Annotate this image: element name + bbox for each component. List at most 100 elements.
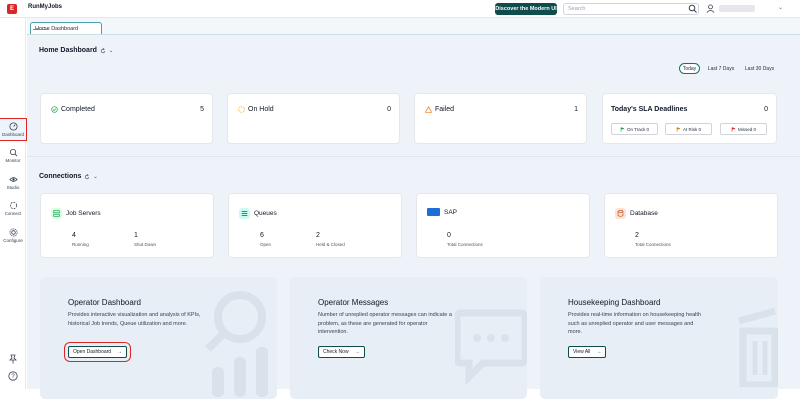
tab-underline [33,29,49,30]
magnifier-chart-illustration [205,291,268,397]
range-last-30-days[interactable]: Last 30 Days [741,63,778,74]
app-name: RunMyJobs [28,4,63,10]
promo-operator-messages: Operator Messages Number of unreplied op… [290,277,527,399]
arrow-right-icon: → [354,349,360,355]
metric-label: Total Connections [635,242,671,247]
status-text: Completed [61,106,95,113]
eye-icon [8,177,18,182]
connection-card-database[interactable]: Database 2 Total Connections [604,193,778,258]
connection-title: SAP [427,208,457,216]
app-logo[interactable]: E [7,4,17,14]
nav-item-monitor[interactable]: Monitor [0,148,26,163]
user-name-blurred[interactable] [719,5,755,12]
metric-label: Held & Closed [316,242,345,247]
page-title: Home Dashboard [39,47,97,54]
refresh-icon[interactable] [84,173,90,180]
nav-item-studio[interactable]: Studio [0,175,26,190]
metric-label: Total Connections [447,242,483,247]
nav-label: Monitor [5,158,21,163]
sla-on-track-button[interactable]: On Track 0 [611,123,658,135]
sla-deadlines-card: Today's SLA Deadlines 0 On Track 0 At Ri… [602,93,777,144]
connections-header: Connections ⌄ [39,173,98,180]
flag-icon [676,126,681,132]
metric-label: Running [72,242,89,247]
chat-bubble-illustration [455,309,527,386]
sla-label: Missed 0 [737,126,756,132]
connection-card-job-servers[interactable]: Job Servers 4 Running 1 Shut Down [40,193,214,258]
status-text: On Hold [248,106,274,113]
top-bar: E RunMyJobs Discover the Modern UI Searc… [0,0,800,18]
arrow-right-icon: → [117,349,123,355]
discover-modern-ui-button[interactable]: Discover the Modern UI [495,3,557,15]
chevron-down-icon[interactable]: ⌄ [778,4,783,11]
connection-title: Database [615,208,658,219]
status-card-on-hold[interactable]: On Hold 0 [227,93,400,144]
connection-name: Database [630,210,658,217]
flag-icon [620,126,625,132]
home-dashboard-header: Home Dashboard ⌄ [39,47,113,54]
svg-text:?: ? [11,374,15,380]
nav-label: Dashboard [1,132,24,137]
warning-icon [425,106,432,113]
help-icon[interactable]: ? [8,371,18,381]
pin-icon[interactable] [8,354,18,364]
left-navigation: Dashboard Monitor Studio Connect Configu… [0,18,27,389]
status-count: 1 [574,106,578,113]
promo-title: Operator Dashboard [68,298,141,307]
chevron-down-icon[interactable]: ⌄ [93,174,97,180]
sla-label: At Risk 0 [682,126,701,132]
status-count: 0 [387,106,391,113]
connection-title: Queues [239,208,277,219]
status-text: Failed [435,106,455,113]
hold-circle-icon [238,106,245,113]
connections-title: Connections [39,173,82,180]
user-icon[interactable] [706,4,715,13]
nav-item-dashboard[interactable]: Dashboard [0,118,27,141]
nav-item-configure[interactable]: Configure [0,228,26,243]
database-icon [615,208,626,219]
nav-label: Connect [4,211,22,216]
status-label: Failed [425,106,454,113]
check-now-button[interactable]: Check Now → [318,346,365,358]
connection-name: Job Servers [66,210,101,217]
open-dashboard-button[interactable]: Open Dashboard → [63,342,132,362]
tab-home-dashboard[interactable]: Home Dashboard [30,22,102,34]
promo-description: Provides interactive visualization and a… [68,312,201,327]
promo-description: Provides real-time information on housek… [568,312,701,335]
nav-item-connect[interactable]: Connect [0,201,26,216]
dashboard-content: Home Dashboard ⌄ Today Last 7 Days Last … [27,34,800,399]
sla-label: On Track 0 [626,126,649,132]
promo-housekeeping-dashboard: Housekeeping Dashboard Provides real-tim… [540,277,778,399]
range-last-7-days[interactable]: Last 7 Days [704,63,738,74]
server-icon [51,208,62,219]
metric-value: 2 [635,232,639,239]
monitor-icon [9,148,17,157]
range-today[interactable]: Today [679,63,700,74]
promo-title: Operator Messages [318,298,389,307]
chevron-down-icon[interactable]: ⌄ [109,48,113,54]
flag-icon [731,126,736,132]
connection-name: Queues [254,210,277,217]
promo-title: Housekeeping Dashboard [568,298,661,307]
refresh-icon[interactable] [100,47,106,54]
trash-bin-illustration [738,307,778,387]
nav-label: Configure [3,238,23,243]
status-card-failed[interactable]: Failed 1 [414,93,587,144]
gear-icon [8,228,18,237]
metric-value: 0 [447,232,451,239]
dashboard-icon [8,122,18,131]
view-all-button[interactable]: View All → [568,346,607,358]
metric-label: Open [260,242,272,247]
button-label: Check Now [323,349,349,355]
promo-description: Number of unreplied operator messages ca… [318,312,452,335]
metric-value: 4 [72,232,76,239]
connection-card-queues[interactable]: Queues 6 Open 2 Held & Closed [228,193,402,258]
status-card-completed[interactable]: Completed 5 [40,93,213,144]
sla-at-risk-button[interactable]: At Risk 0 [665,123,712,135]
connection-title: Job Servers [51,208,101,219]
connection-card-sap[interactable]: SAP 0 Total Connections [416,193,590,258]
search-icon[interactable] [688,4,698,14]
search-input[interactable]: Search [563,3,699,15]
metric-label: Shut Down [134,242,157,247]
sla-missed-button[interactable]: Missed 0 [720,123,767,135]
